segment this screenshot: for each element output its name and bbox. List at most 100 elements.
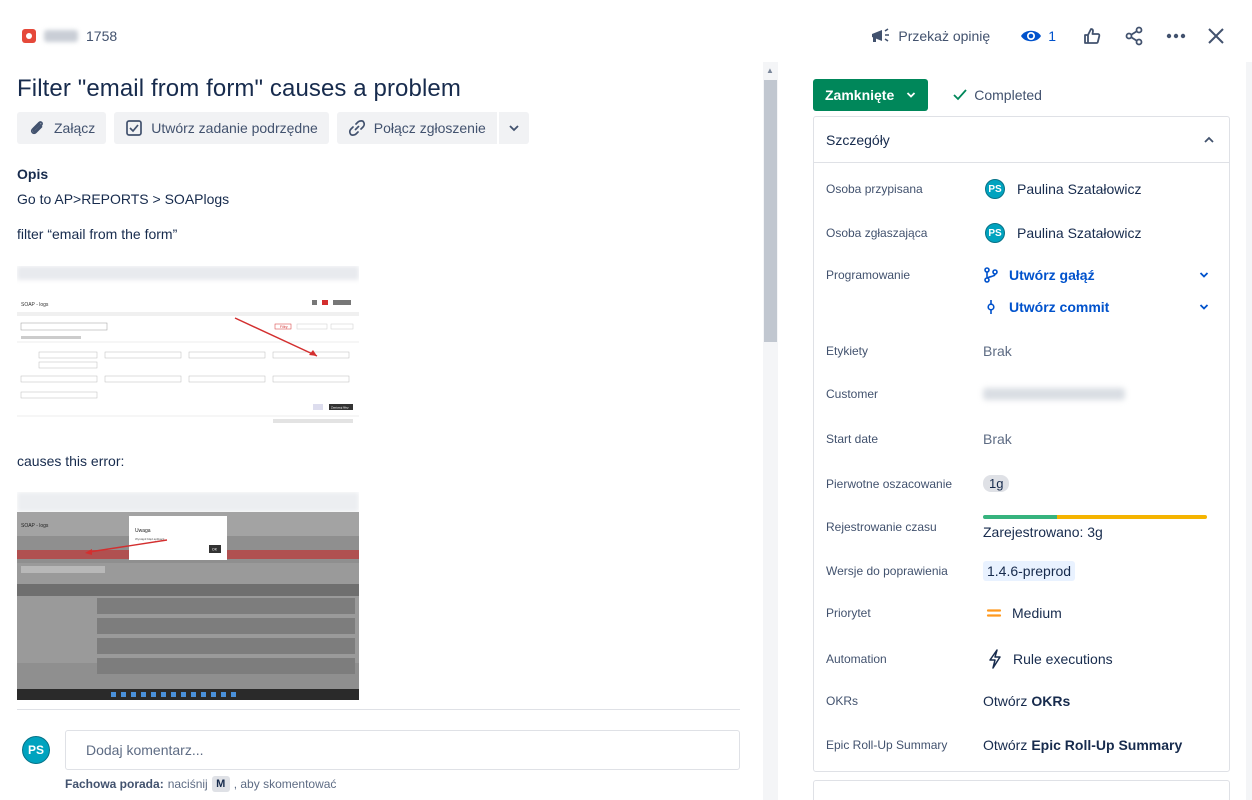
more-icon: [1166, 33, 1186, 39]
screenshot-dialog-ok: OK: [212, 548, 218, 552]
attach-button[interactable]: Załącz: [17, 112, 107, 144]
okrs-link[interactable]: Otwórz OKRs: [983, 693, 1070, 709]
attachment-image-1[interactable]: SOAP - logs Filtry Zastosuj filtry: [17, 266, 359, 426]
reporter-name: Paulina Szatałowicz: [1017, 225, 1142, 241]
field-label: Rejestrowanie czasu: [826, 520, 937, 534]
scrollbar-thumb[interactable]: [764, 80, 777, 342]
epic-rollup-link[interactable]: Otwórz Epic Roll-Up Summary: [983, 737, 1182, 753]
assignee-value[interactable]: PS Paulina Szatałowicz: [983, 177, 1142, 201]
issue-number[interactable]: 1758: [86, 28, 117, 44]
chevron-down-icon[interactable]: [1199, 270, 1209, 280]
customer-redacted: [983, 388, 1125, 400]
version-tag[interactable]: 1.4.6-preprod: [983, 561, 1076, 581]
issue-toolbar: Załącz Utwórz zadanie podrzędne Połącz z…: [17, 112, 529, 144]
field-label: Programowanie: [826, 268, 911, 282]
details-heading: Szczegóły: [826, 131, 890, 148]
estimate-value[interactable]: 1g: [983, 475, 1010, 492]
chevron-down-icon[interactable]: [1199, 302, 1209, 312]
priority-value[interactable]: Medium: [983, 605, 1062, 621]
thumbs-up-icon: [1084, 28, 1101, 44]
screenshot-page-title: SOAP - logs: [21, 302, 49, 308]
reporter-value[interactable]: PS Paulina Szatałowicz: [983, 221, 1142, 245]
close-button[interactable]: [1200, 22, 1232, 50]
description-line: Go to AP>REPORTS > SOAPlogs: [17, 191, 230, 207]
comment-composer: PS Dodaj komentarz...: [20, 730, 740, 770]
okrs-prefix: Otwórz: [983, 693, 1028, 709]
field-automation: Automation Rule executions: [826, 649, 1221, 669]
comment-input[interactable]: Dodaj komentarz...: [65, 730, 740, 770]
comment-tip: Fachowa porada: naciśnij M , aby skoment…: [65, 776, 336, 792]
details-header[interactable]: Szczegóły: [814, 117, 1229, 163]
link-issue-button[interactable]: Połącz zgłoszenie: [336, 112, 497, 144]
issue-header: 1758 Przekaż opinię 1: [0, 0, 1252, 70]
feedback-label: Przekaż opinię: [898, 28, 991, 44]
commit-icon: [987, 300, 995, 314]
field-label: OKRs: [826, 694, 859, 708]
create-commit-link[interactable]: Utwórz commit: [983, 299, 1109, 315]
field-label: Pierwotne oszacowanie: [826, 476, 953, 491]
description-continued[interactable]: causes this error:: [17, 452, 737, 487]
field-development-commit: Utwórz commit: [826, 299, 1221, 315]
attachment-image-2[interactable]: SOAP - logs Uwaga Wystąpił błąd aplikacj…: [17, 492, 359, 700]
field-time-tracking: Rejestrowanie czasu Zarejestrowano: 3g: [826, 515, 1221, 540]
link-icon: [348, 120, 365, 136]
screenshot-filter-label: Filtry: [280, 325, 288, 329]
start-date-value[interactable]: Brak: [983, 431, 1012, 447]
customer-value[interactable]: [983, 388, 1125, 400]
create-subtask-button[interactable]: Utwórz zadanie podrzędne: [114, 112, 329, 144]
automation-value[interactable]: Rule executions: [983, 649, 1113, 669]
tip-press: naciśnij: [167, 777, 208, 791]
field-label: Priorytet: [826, 606, 871, 620]
resolution-label: Completed: [974, 87, 1042, 103]
screenshot-page-title: SOAP - logs: [21, 523, 49, 529]
breadcrumb[interactable]: 1758: [22, 28, 117, 44]
field-epic-rollup: Epic Roll-Up Summary Otwórz Epic Roll-Up…: [826, 737, 1221, 753]
share-button[interactable]: [1116, 22, 1152, 50]
labels-value[interactable]: Brak: [983, 343, 1012, 359]
tip-bold: Fachowa porada:: [65, 777, 164, 791]
link-issue-group: Połącz zgłoszenie: [336, 112, 529, 144]
field-labels: Etykiety Brak: [826, 343, 1221, 359]
scroll-up-arrow-icon[interactable]: ▲: [766, 66, 774, 75]
priority-label: Medium: [1012, 605, 1062, 621]
fix-versions-value[interactable]: 1.4.6-preprod: [983, 561, 1076, 581]
more-fields-panel[interactable]: [813, 780, 1230, 800]
time-remaining-bar: [1056, 515, 1207, 519]
field-okrs: OKRs Otwórz OKRs: [826, 693, 1221, 709]
tip-rest: , aby skomentować: [233, 777, 337, 791]
create-branch-label: Utwórz gałąź: [1009, 267, 1095, 283]
more-actions-button[interactable]: [1158, 22, 1194, 50]
field-label: Automation: [826, 652, 887, 666]
field-assignee: Osoba przypisana PS Paulina Szatałowicz: [826, 177, 1221, 201]
chevron-down-icon: [509, 125, 519, 132]
subtask-icon: [126, 120, 143, 136]
avatar: PS: [983, 177, 1007, 201]
link-issue-label: Połącz zgłoszenie: [373, 120, 486, 136]
create-branch-link[interactable]: Utwórz gałąź: [983, 267, 1095, 283]
main-scrollbar[interactable]: ▲: [763, 62, 778, 800]
vote-button[interactable]: [1074, 22, 1110, 50]
estimate-lozenge: 1g: [983, 475, 1010, 492]
status-transition-button[interactable]: Zamknięte: [813, 79, 929, 111]
feedback-button[interactable]: Przekaż opinię: [862, 22, 998, 50]
paperclip-icon: [30, 121, 43, 135]
create-commit-label: Utwórz commit: [1009, 299, 1110, 315]
assignee-name: Paulina Szatałowicz: [1017, 181, 1142, 197]
description[interactable]: Opis Go to AP>REPORTS > SOAPlogs filter …: [17, 166, 737, 260]
project-key-redacted: [44, 30, 78, 42]
chevron-up-icon[interactable]: [1203, 134, 1215, 146]
sidebar-scrollbar[interactable]: [1246, 62, 1252, 800]
avatar: PS: [20, 734, 52, 766]
branch-icon: [984, 267, 998, 283]
screenshot-dialog-title: Uwaga: [135, 528, 151, 534]
time-tracking-text: Zarejestrowano: 3g: [983, 524, 1103, 540]
more-toolbar-button[interactable]: [498, 112, 529, 144]
close-icon: [1208, 28, 1224, 44]
field-development: Programowanie Utwórz gałąź: [826, 267, 1221, 283]
issue-main-content: Filter "email from form" causes a proble…: [0, 70, 762, 800]
issue-title[interactable]: Filter "email from form" causes a proble…: [17, 75, 461, 103]
chevron-down-icon: [907, 92, 916, 98]
time-tracking-value[interactable]: Zarejestrowano: 3g: [983, 515, 1207, 540]
field-fix-versions: Wersje do poprawienia 1.4.6-preprod: [826, 561, 1221, 581]
watch-button[interactable]: 1: [1012, 22, 1064, 50]
